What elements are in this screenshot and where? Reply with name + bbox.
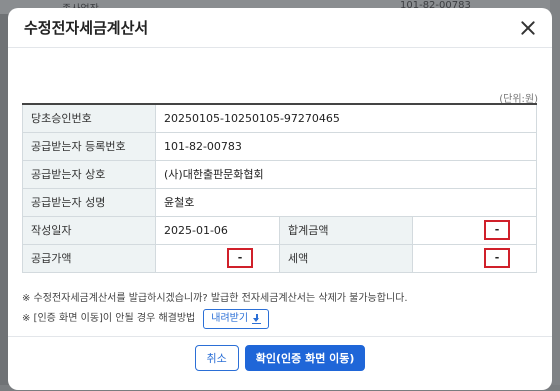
notice-line-1: ※ 수정전자세금계산서를 발급하시겠습니까? 발급한 전자세금계산서는 삭제가 … — [22, 293, 408, 304]
table-row: 공급가액 - 세액 - — [22, 243, 537, 273]
footer-divider — [8, 336, 552, 337]
tax-amount-cell: - — [412, 243, 537, 273]
buyer-representative-value: 윤철호 — [155, 187, 537, 217]
buyer-representative-label: 공급받는자 성명 — [22, 187, 156, 217]
dialog-header: 수정전자세금계산서 — [8, 8, 552, 48]
notice-line-2-row: ※ [인증 화면 이동]이 안될 경우 해결방법 내려받기 — [22, 309, 408, 329]
buyer-registration-number-label: 공급받는자 등록번호 — [22, 131, 156, 161]
download-label: 내려받기 — [211, 313, 249, 324]
notice-area: ※ 수정전자세금계산서를 발급하시겠습니까? 발급한 전자세금계산서는 삭제가 … — [22, 291, 408, 329]
supply-amount-value: - — [227, 248, 253, 268]
tax-amount-value: - — [484, 248, 510, 268]
buyer-company-name-label: 공급받는자 상호 — [22, 159, 156, 189]
original-approval-number-label: 당초승인번호 — [22, 103, 156, 133]
buyer-registration-number-value: 101-82-00783 — [155, 131, 537, 161]
download-icon — [252, 314, 262, 324]
download-button[interactable]: 내려받기 — [203, 309, 270, 329]
table-row: 공급받는자 등록번호 101-82-00783 — [22, 131, 537, 161]
write-date-label: 작성일자 — [22, 215, 156, 245]
total-amount-value: - — [484, 220, 510, 240]
table-row: 공급받는자 성명 윤철호 — [22, 187, 537, 217]
dialog-footer: 취소 확인(인증 화면 이동) — [8, 345, 552, 371]
table-row: 공급받는자 상호 (사)대한출판문화협회 — [22, 159, 537, 189]
write-date-value: 2025-01-06 — [155, 215, 280, 245]
cancel-button[interactable]: 취소 — [194, 345, 239, 371]
table-row: 당초승인번호 20250105-10250105-97270465 — [22, 103, 537, 133]
dialog-title: 수정전자세금계산서 — [24, 19, 149, 37]
modified-invoice-dialog: 수정전자세금계산서 (단위:원) 당초승인번호 20250105-1025010… — [8, 8, 552, 390]
supply-amount-label: 공급가액 — [22, 243, 156, 273]
close-icon[interactable] — [518, 18, 538, 38]
original-approval-number-value: 20250105-10250105-97270465 — [155, 103, 537, 133]
table-row: 작성일자 2025-01-06 합계금액 - — [22, 215, 537, 245]
total-amount-label: 합계금액 — [279, 215, 413, 245]
confirm-auth-button[interactable]: 확인(인증 화면 이동) — [244, 345, 366, 371]
total-amount-cell: - — [412, 215, 537, 245]
notice-line-2: ※ [인증 화면 이동]이 안될 경우 해결방법 — [22, 313, 196, 324]
invoice-info-table: 당초승인번호 20250105-10250105-97270465 공급받는자 … — [22, 103, 537, 273]
buyer-company-name-value: (사)대한출판문화협회 — [155, 159, 537, 189]
tax-amount-label: 세액 — [279, 243, 413, 273]
supply-amount-cell: - — [155, 243, 280, 273]
